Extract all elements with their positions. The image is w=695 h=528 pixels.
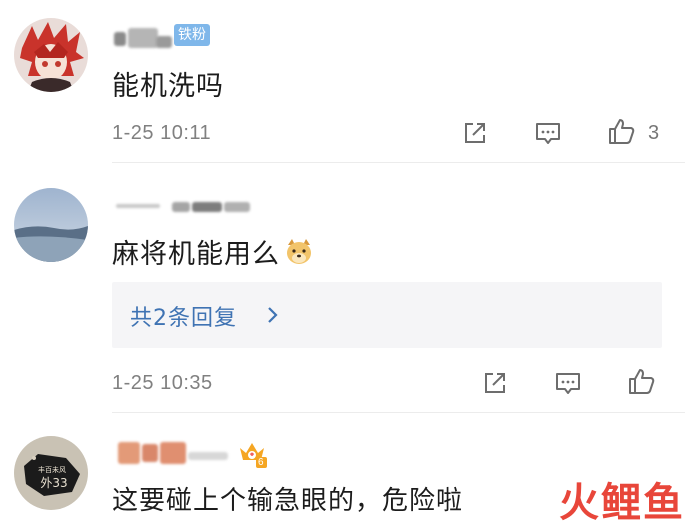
avatar-text: 丰百未风 xyxy=(38,465,66,474)
comment-time: 1-25 10:35 xyxy=(112,372,213,394)
view-replies-link[interactable]: 共2条回复 xyxy=(130,300,237,332)
blurred-username xyxy=(156,36,172,48)
divider xyxy=(112,162,685,163)
user-row: 铁粉 xyxy=(112,22,312,52)
chevron-right-icon xyxy=(268,307,278,323)
blurred-username xyxy=(116,204,160,208)
avatar[interactable] xyxy=(14,18,88,92)
like-button[interactable] xyxy=(626,366,656,396)
share-button[interactable] xyxy=(460,118,490,148)
comment-text: 能机洗吗 xyxy=(112,71,224,102)
comment-text: 麻将机能用么 xyxy=(112,232,314,271)
watermark: 火鲤鱼 xyxy=(559,475,685,526)
share-button[interactable] xyxy=(480,368,510,398)
blurred-username xyxy=(128,28,158,48)
doge-emoji xyxy=(287,239,311,264)
like-count: 3 xyxy=(648,122,660,144)
fan-badge: 铁粉 xyxy=(174,24,210,46)
share-icon xyxy=(465,123,485,143)
avatar[interactable]: 丰百未风 外33 xyxy=(14,436,88,510)
comment-button[interactable] xyxy=(533,118,563,148)
replies-panel[interactable]: 共2条回复 xyxy=(112,282,662,348)
comment-icon xyxy=(556,373,580,394)
like-button[interactable] xyxy=(606,116,636,146)
thumbs-up-icon xyxy=(629,369,655,394)
comment-time: 1-25 10:11 xyxy=(112,122,212,144)
watermark-text: 火鲤鱼 xyxy=(559,480,685,526)
vip-level: 6 xyxy=(258,457,264,468)
blurred-username xyxy=(188,452,228,460)
share-icon xyxy=(485,373,505,393)
user-row xyxy=(112,190,272,220)
blurred-username xyxy=(192,202,222,212)
blurred-username xyxy=(172,202,190,212)
avatar[interactable] xyxy=(14,188,88,262)
comment-item: 铁粉 能机洗吗 1-25 10:11 3 xyxy=(0,0,695,170)
user-row: 6 xyxy=(112,438,282,468)
comment-button[interactable] xyxy=(553,368,583,398)
blurred-username xyxy=(142,444,158,462)
comment-item: 麻将机能用么 共2条回复 1-25 10:35 xyxy=(0,170,695,413)
comment-icon xyxy=(536,123,560,144)
blurred-username xyxy=(114,32,126,46)
comment-text-body: 麻将机能用么 xyxy=(112,239,280,270)
comment-text: 这要碰上个输急眼的，危险啦 xyxy=(112,486,464,516)
blurred-username xyxy=(160,442,186,464)
thumbs-up-icon xyxy=(609,119,635,144)
blurred-username xyxy=(118,442,140,464)
divider xyxy=(112,412,685,413)
blurred-username xyxy=(224,202,250,212)
avatar-text: 外33 xyxy=(40,476,67,490)
